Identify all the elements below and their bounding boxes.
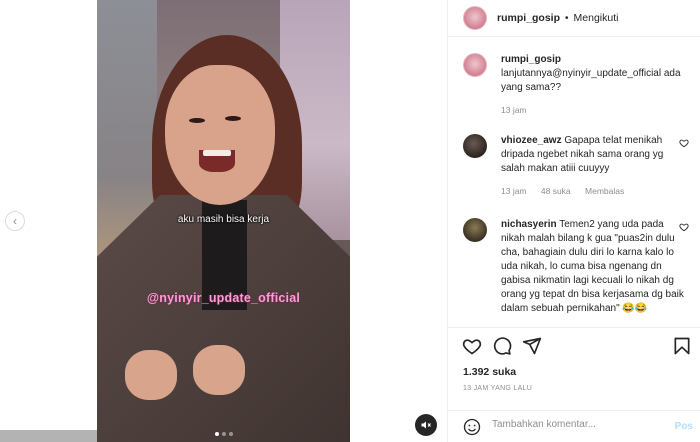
comment-icon[interactable] bbox=[492, 336, 512, 356]
list-item: rumpi_gosip lanjutannya@nyinyir_update_o… bbox=[463, 53, 691, 123]
carousel-dot bbox=[214, 432, 219, 436]
likes-count[interactable]: 1.392 suka bbox=[463, 366, 516, 378]
video-subject-mouth bbox=[199, 150, 235, 172]
comment-body: rumpi_gosip lanjutannya@nyinyir_update_o… bbox=[501, 53, 687, 117]
list-item: nichasyerin Temen2 yang uda pada nikah m… bbox=[463, 218, 691, 327]
video-subject-eye bbox=[189, 118, 205, 123]
comment-meta: 13 jam bbox=[501, 103, 687, 117]
heart-icon[interactable] bbox=[679, 138, 689, 148]
carousel-dot bbox=[221, 432, 226, 436]
video-subject-hand bbox=[125, 350, 177, 400]
comment-time: 13 jam bbox=[501, 105, 527, 115]
avatar[interactable] bbox=[463, 218, 487, 242]
video-subject-face bbox=[165, 65, 275, 205]
gray-strip bbox=[0, 430, 97, 442]
bookmark-icon[interactable] bbox=[672, 336, 692, 356]
speaker-muted-icon[interactable] bbox=[415, 414, 437, 436]
video-subject-hand bbox=[193, 345, 245, 395]
avatar[interactable] bbox=[463, 6, 487, 30]
comment-likes[interactable]: 48 suka bbox=[541, 186, 571, 196]
video-subject-eye bbox=[225, 116, 241, 121]
comment-text: lanjutannya@nyinyir_update_official ada … bbox=[501, 68, 681, 93]
share-icon[interactable] bbox=[522, 336, 542, 356]
chevron-left-icon[interactable]: ‹ bbox=[5, 211, 25, 231]
list-item: vhiozee_awz Gapapa telat menikah dripada… bbox=[463, 134, 691, 204]
comment-meta: 13 jam 48 suka Membalas bbox=[501, 184, 687, 198]
post-panel: rumpi_gosip • Mengikuti rumpi_gosip lanj… bbox=[447, 0, 700, 442]
header-separator: • bbox=[565, 12, 569, 24]
comments-list[interactable]: rumpi_gosip lanjutannya@nyinyir_update_o… bbox=[448, 38, 700, 327]
heart-icon[interactable] bbox=[679, 222, 689, 232]
comment-username[interactable]: vhiozee_awz bbox=[501, 135, 562, 146]
post-comment-button[interactable]: Pos bbox=[675, 421, 693, 432]
carousel-dots bbox=[97, 432, 350, 436]
emoji-icon[interactable] bbox=[463, 418, 481, 436]
heart-icon[interactable] bbox=[462, 336, 482, 356]
video-caption: aku masih bisa kerja bbox=[177, 214, 270, 225]
add-comment-bar: Pos bbox=[448, 410, 700, 442]
comment-time: 13 jam bbox=[501, 186, 527, 196]
header-username[interactable]: rumpi_gosip bbox=[497, 12, 560, 24]
comment-body: nichasyerin Temen2 yang uda pada nikah m… bbox=[501, 218, 687, 316]
post-timestamp: 13 JAM YANG LALU bbox=[463, 385, 533, 392]
follow-status-button[interactable]: Mengikuti bbox=[574, 12, 619, 24]
comment-input[interactable] bbox=[492, 419, 667, 430]
comment-text: Temen2 yang uda pada nikah malah bilang … bbox=[501, 219, 684, 314]
action-bar bbox=[448, 327, 700, 363]
video-player[interactable]: aku masih bisa kerja @nyinyir_update_off… bbox=[97, 0, 350, 442]
comment-username[interactable]: rumpi_gosip bbox=[501, 53, 687, 67]
media-area: ‹ aku masih bisa kerja @nyinyir_update_o… bbox=[0, 0, 447, 442]
avatar[interactable] bbox=[463, 53, 487, 77]
post-header: rumpi_gosip • Mengikuti bbox=[448, 0, 700, 37]
comment-username[interactable]: nichasyerin bbox=[501, 219, 557, 230]
avatar[interactable] bbox=[463, 134, 487, 158]
comment-body: vhiozee_awz Gapapa telat menikah dripada… bbox=[501, 134, 687, 198]
reply-button[interactable]: Membalas bbox=[585, 186, 624, 196]
carousel-dot bbox=[228, 432, 233, 436]
video-watermark: @nyinyir_update_official bbox=[146, 291, 301, 305]
